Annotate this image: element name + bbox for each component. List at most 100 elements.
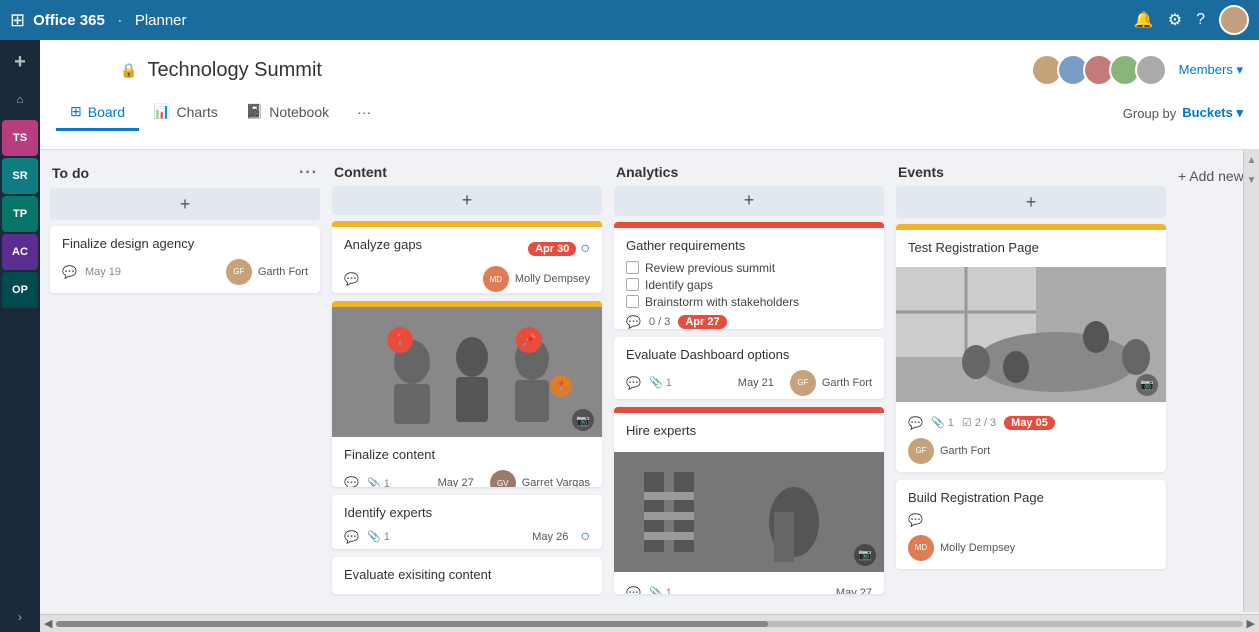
assignee-name: Molly Dempsey bbox=[940, 542, 1015, 554]
bucket-content-header: Content bbox=[332, 160, 602, 186]
checkbox-2[interactable] bbox=[626, 278, 639, 291]
plan-title: Technology Summit bbox=[147, 59, 322, 82]
tab-charts[interactable]: 📊 Charts bbox=[139, 95, 232, 131]
board-area: To do ··· + Finalize design agency 💬 May… bbox=[40, 150, 1259, 612]
progress-text: 2 / 3 bbox=[975, 417, 996, 429]
card-finalize-content[interactable]: 📍 📌 📍 📷 Finalize content 💬 📎 1 May 27 GV… bbox=[332, 301, 602, 486]
charts-tab-icon: 📊 bbox=[153, 103, 170, 120]
sidebar-add-button[interactable]: + bbox=[2, 44, 38, 80]
comment-icon: 💬 bbox=[626, 376, 641, 390]
card-date: May 27 bbox=[438, 477, 474, 487]
sub-header: 🔒 Technology Summit Members ▾ ⊞ Board 📊 … bbox=[40, 40, 1259, 150]
assignee-avatar: MD bbox=[483, 266, 509, 292]
card-evaluate-dashboard[interactable]: Evaluate Dashboard options 💬 📎 1 May 21 … bbox=[614, 337, 884, 399]
plan-nav: ⊞ Board 📊 Charts 📓 Notebook ··· Group by… bbox=[40, 90, 1259, 136]
notebook-tab-icon: 📓 bbox=[246, 103, 263, 120]
card-evaluate-existing[interactable]: Evaluate exisiting content bbox=[332, 557, 602, 594]
attachment-icon: 📎 1 bbox=[649, 586, 672, 594]
bucket-content-title: Content bbox=[334, 164, 387, 180]
waffle-icon[interactable]: ⊞ bbox=[10, 10, 25, 31]
sidebar-expand[interactable]: › bbox=[18, 610, 22, 624]
bucket-events-add[interactable]: + bbox=[896, 186, 1166, 218]
scroll-up-arrow[interactable]: ▲ bbox=[1244, 150, 1259, 170]
checklist-label-1: Review previous summit bbox=[645, 261, 775, 275]
card-badge-late: Apr 30 bbox=[528, 242, 576, 256]
card-hire-experts[interactable]: Hire experts 📷 💬 📎 1 bbox=[614, 407, 884, 594]
assignee-name: Molly Dempsey bbox=[515, 273, 590, 285]
circle-status-icon: ○ bbox=[580, 528, 590, 546]
charts-tab-label: Charts bbox=[177, 104, 218, 120]
bucket-todo-add[interactable]: + bbox=[50, 188, 320, 220]
attachment-icon: 📎 1 bbox=[367, 477, 390, 487]
card-title: Finalize content bbox=[344, 447, 590, 464]
checkbox-1[interactable] bbox=[626, 261, 639, 274]
sidebar-item-tp[interactable]: TP bbox=[2, 196, 38, 232]
plan-header: 🔒 Technology Summit Members ▾ bbox=[40, 40, 1259, 90]
settings-icon[interactable]: ⚙ bbox=[1168, 10, 1182, 30]
card-date: May 19 bbox=[85, 266, 121, 278]
bucket-content-add[interactable]: + bbox=[332, 186, 602, 215]
comment-icon: 💬 bbox=[344, 476, 359, 487]
help-icon[interactable]: ? bbox=[1196, 11, 1205, 29]
comment-icon: 💬 bbox=[908, 416, 923, 430]
assignee-avatar: GF bbox=[226, 259, 252, 285]
sidebar-item-ac[interactable]: AC bbox=[2, 234, 38, 270]
bucket-todo-more[interactable]: ··· bbox=[299, 164, 318, 182]
top-nav: ⊞ Office 365 · Planner 🔔 ⚙ ? bbox=[0, 0, 1259, 40]
card-build-registration[interactable]: Build Registration Page 💬 MD Molly Demps… bbox=[896, 480, 1166, 569]
tab-board[interactable]: ⊞ Board bbox=[56, 95, 139, 131]
assignee-avatar: GV bbox=[490, 470, 516, 487]
separator: · bbox=[117, 10, 123, 31]
comment-icon: 💬 bbox=[626, 315, 641, 329]
card-identify-experts[interactable]: Identify experts 💬 📎 1 May 26 ○ bbox=[332, 495, 602, 549]
sidebar-item-op[interactable]: OP bbox=[2, 272, 38, 308]
sidebar: + ⌂ TS SR TP AC OP › bbox=[0, 40, 40, 632]
right-scrollbar[interactable]: ▲ ▼ bbox=[1243, 150, 1259, 612]
card-test-registration[interactable]: Test Registration Page 📷 bbox=[896, 224, 1166, 472]
sidebar-item-ts[interactable]: TS bbox=[2, 120, 38, 156]
members-button[interactable]: Members ▾ bbox=[1179, 62, 1243, 78]
group-by-area: Group by Buckets ▾ bbox=[1123, 105, 1243, 121]
top-nav-right: 🔔 ⚙ ? bbox=[1134, 5, 1249, 35]
sidebar-home-icon[interactable]: ⌂ bbox=[2, 82, 38, 118]
card-gather-requirements[interactable]: Gather requirements Review previous summ… bbox=[614, 222, 884, 329]
comment-icon: 💬 bbox=[62, 265, 77, 279]
comment-icon: 💬 bbox=[626, 586, 641, 594]
card-checklist: Review previous summit Identify gaps Bra… bbox=[626, 261, 872, 309]
attachment-icon: 📎 1 bbox=[931, 416, 954, 429]
card-date: May 21 bbox=[738, 377, 774, 389]
notification-icon[interactable]: 🔔 bbox=[1134, 10, 1154, 30]
bottom-scrollbar[interactable]: ◀ ▶ bbox=[40, 614, 1259, 632]
bucket-events-header: Events bbox=[896, 160, 1166, 186]
group-by-value[interactable]: Buckets ▾ bbox=[1182, 105, 1243, 121]
card-image-meeting: 📷 bbox=[896, 267, 1166, 402]
checklist-item-3: Brainstorm with stakeholders bbox=[626, 295, 872, 309]
bucket-content: Content + Analyze gaps Apr 30 ○ 💬 MD bbox=[332, 160, 602, 602]
tab-notebook[interactable]: 📓 Notebook bbox=[232, 95, 343, 131]
sidebar-item-sr[interactable]: SR bbox=[2, 158, 38, 194]
group-by-label: Group by bbox=[1123, 106, 1176, 121]
card-title: Test Registration Page bbox=[896, 230, 1166, 261]
user-avatar[interactable] bbox=[1219, 5, 1249, 35]
checklist-label-3: Brainstorm with stakeholders bbox=[645, 295, 799, 309]
scroll-left-arrow[interactable]: ◀ bbox=[44, 617, 52, 630]
card-finalize-design[interactable]: Finalize design agency 💬 May 19 GF Garth… bbox=[50, 226, 320, 293]
members-area: Members ▾ bbox=[1031, 54, 1243, 86]
scroll-right-arrow[interactable]: ▶ bbox=[1247, 617, 1255, 630]
assignee-avatar: MD bbox=[908, 535, 934, 561]
card-title: Gather requirements bbox=[626, 238, 872, 255]
bucket-analytics-add[interactable]: + bbox=[614, 186, 884, 216]
top-nav-left: ⊞ Office 365 · Planner bbox=[10, 10, 187, 31]
bucket-analytics: Analytics + Gather requirements Review p… bbox=[614, 160, 884, 602]
checkbox-3[interactable] bbox=[626, 295, 639, 308]
assignee-name: Garth Fort bbox=[258, 266, 308, 278]
scroll-down-arrow[interactable]: ▼ bbox=[1244, 170, 1259, 190]
card-title: Build Registration Page bbox=[908, 490, 1154, 507]
card-title: Analyze gaps bbox=[344, 237, 422, 254]
card-image-people: 📍 📌 📍 📷 bbox=[332, 307, 602, 437]
tab-more[interactable]: ··· bbox=[343, 96, 385, 131]
board-tab-icon: ⊞ bbox=[70, 103, 82, 120]
card-analyze-gaps[interactable]: Analyze gaps Apr 30 ○ 💬 MD Molly Dempsey bbox=[332, 221, 602, 293]
card-circle-icon: ○ bbox=[580, 240, 590, 258]
checklist-item-1: Review previous summit bbox=[626, 261, 872, 275]
